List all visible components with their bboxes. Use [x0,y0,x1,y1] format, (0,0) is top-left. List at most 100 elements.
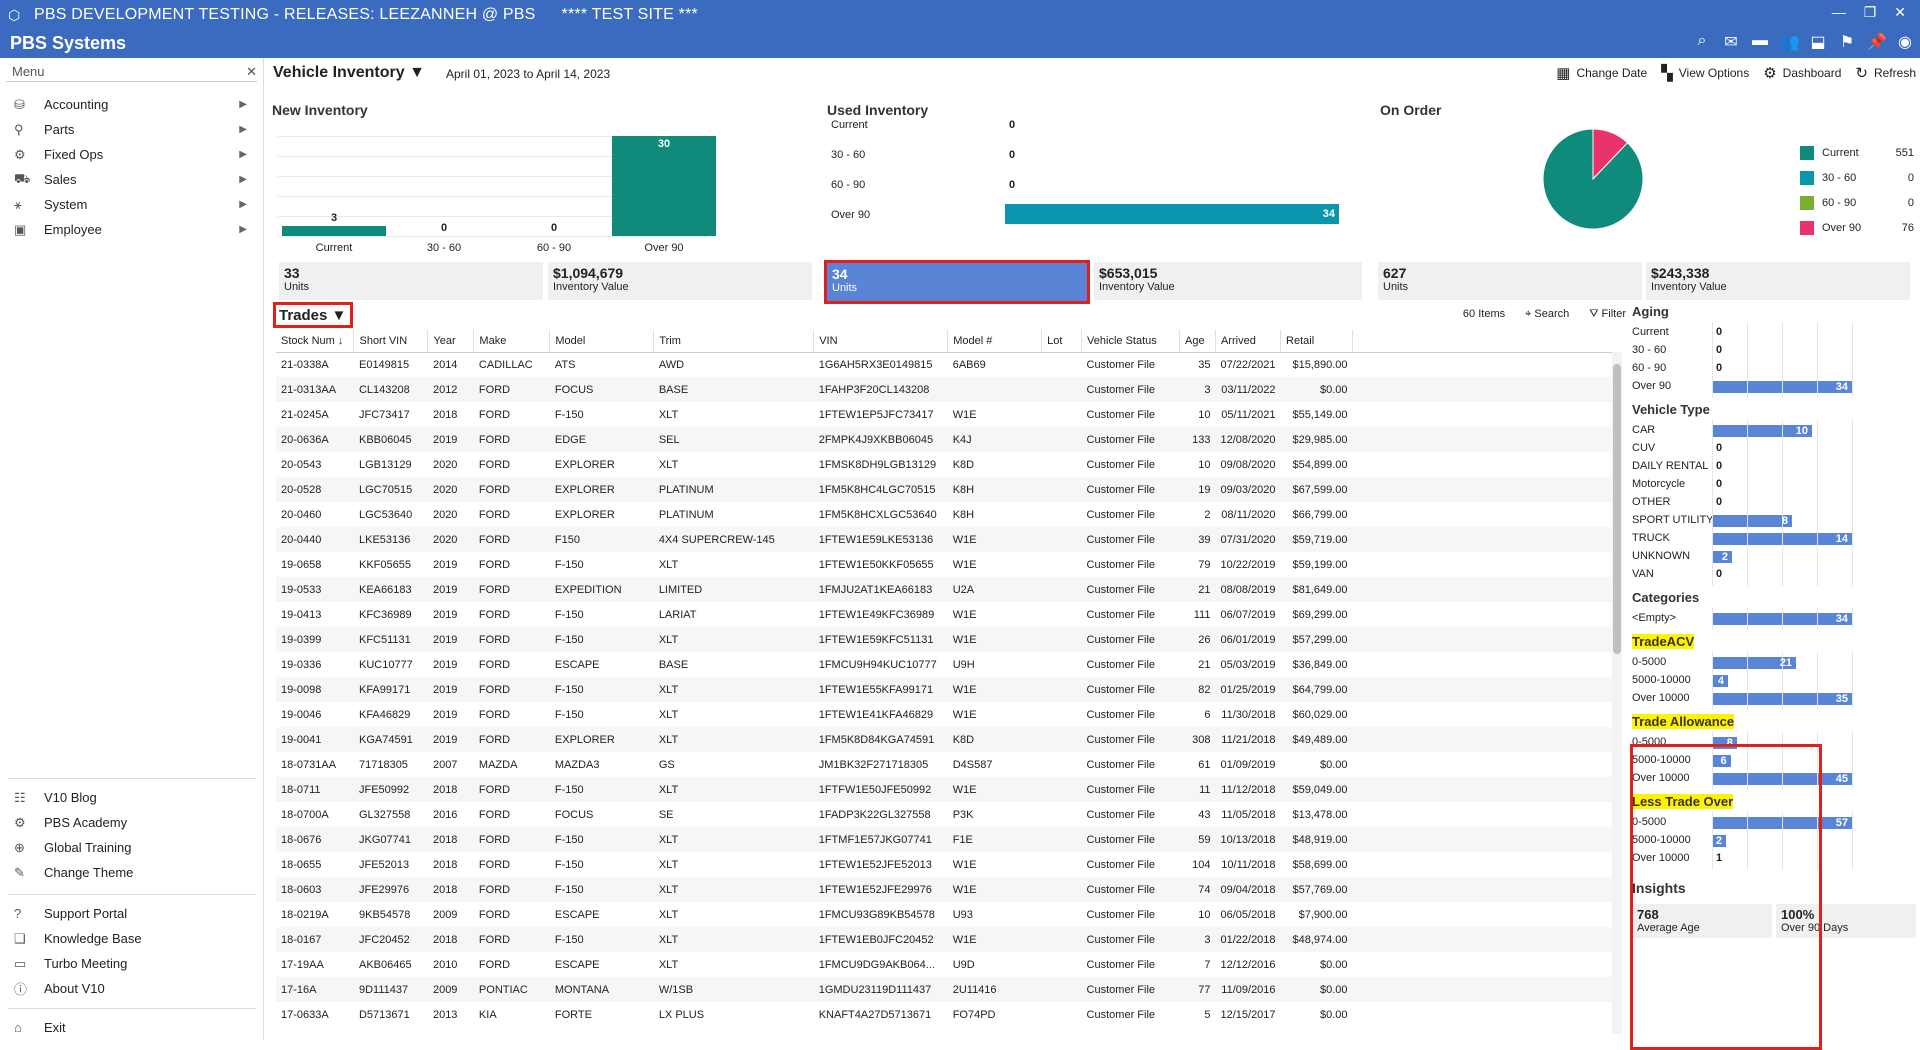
table-row[interactable]: 18-0603 JFE29976 2018 FORD F-150 XLT 1FTEW1E52… [276,877,1616,902]
table-row[interactable]: 19-0399 KFC51131 2019 FORD F-150 XLT 1FTEW1E59… [276,627,1616,652]
sidebar-item-sales[interactable]: ⛟ Sales ▶ [0,167,263,192]
sidebar-link-turbo-meeting[interactable]: ▭ Turbo Meeting [8,951,256,976]
sidebar-link-support-portal[interactable]: ? Support Portal [8,901,256,926]
close-menu-icon[interactable]: ✕ [246,64,257,81]
breakdown-bar[interactable]: 4 [1712,675,1728,687]
order-value-stat: $243,338 Inventory Value [1646,262,1910,300]
table-cell: 1FTEW1E52JFE29976 [813,877,948,902]
restore-button[interactable]: ❐ [1864,4,1877,21]
column-header[interactable]: Lot [1041,330,1083,353]
table-row[interactable]: 20-0440 LKE53136 2020 FORD F150 4X4 SUPERCREW… [276,527,1616,552]
column-header[interactable]: Make [473,330,551,353]
table-row[interactable]: 21-0313AA CL143208 2012 FORD FOCUS BASE 1FAHP3… [276,377,1616,402]
chevron-right-icon: ▶ [239,149,247,160]
mail-icon[interactable]: ✉ [1722,32,1740,52]
column-header[interactable]: Stock Num ↓ [276,330,355,353]
table-row[interactable]: 19-0413 KFC36989 2019 FORD F-150 LARIAT 1FTEW1… [276,602,1616,627]
chat-icon[interactable]: ▬ [1751,32,1769,52]
sidebar-link-change-theme[interactable]: ✎ Change Theme [8,860,256,885]
sidebar-link-knowledge-base[interactable]: ❑ Knowledge Base [8,926,256,951]
legend-item[interactable]: 60 - 90 0 [1800,196,1920,210]
table-row[interactable]: 18-0700A GL327558 2016 FORD FOCUS SE 1FADP3K22… [276,802,1616,827]
table-row[interactable]: 19-0046 KFA46829 2019 FORD F-150 XLT 1FTEW1E41… [276,702,1616,727]
table-cell: $54,899.00 [1292,458,1348,471]
sidebar-item-fixed-ops[interactable]: ⚙ Fixed Ops ▶ [0,142,263,167]
column-header[interactable]: Vehicle Status [1081,330,1180,353]
breakdown-bar[interactable]: 21 [1712,657,1796,669]
table-row[interactable]: 18-0219A 9KB54578 2009 FORD ESCAPE XLT 1FMCU93… [276,902,1616,927]
sidebar-item-accounting[interactable]: ⛁ Accounting ▶ [0,92,263,117]
table-cell-filler [1352,427,1616,452]
table-row[interactable]: 20-0528 LGC70515 2020 FORD EXPLORER PLATINUM 1… [276,477,1616,502]
sidebar-item-exit[interactable]: ⌂ Exit [8,1015,256,1040]
people-icon[interactable]: 👥 [1780,32,1800,52]
category-label: 30 - 60 [426,242,462,254]
column-header[interactable]: Short VIN [353,330,429,353]
table-row[interactable]: 18-0167 JFC20452 2018 FORD F-150 XLT 1FTEW1EB0… [276,927,1616,952]
inbox-icon[interactable]: ⬓ [1809,32,1827,52]
refresh-button[interactable]: ↻ Refresh [1855,64,1916,82]
table-row[interactable]: 18-0676 JKG07741 2018 FORD F-150 XLT 1FTMF1E57… [276,827,1616,852]
table-row[interactable]: 21-0245A JFC73417 2018 FORD F-150 XLT 1FTEW1EP… [276,402,1616,427]
legend-label: 60 - 90 [1822,197,1857,209]
view-options-button[interactable]: ▚ View Options [1661,64,1749,82]
minimize-button[interactable]: — [1832,4,1846,21]
bar-over90[interactable]: 34 [1005,204,1339,224]
table-row[interactable]: 19-0098 KFA99171 2019 FORD F-150 XLT 1FTEW1E55… [276,677,1616,702]
eye-icon[interactable]: ◉ [1896,32,1914,52]
used-units-stat[interactable]: 34 Units [824,260,1090,304]
bar-over90[interactable] [612,136,716,236]
table-row[interactable]: 20-0460 LGC53640 2020 FORD EXPLORER PLATINUM 1… [276,502,1616,527]
table-row[interactable]: 17-0633A D5713671 2013 KIA FORTE LX PLUS KNAFT… [276,1002,1616,1027]
table-row[interactable]: 18-0655 JFE52013 2018 FORD F-150 XLT 1FTEW1E52… [276,852,1616,877]
sidebar-item-employee[interactable]: ▣ Employee ▶ [0,217,263,242]
sidebar-link-v10-blog[interactable]: ☷ V10 Blog [8,785,256,810]
sidebar-link-global-training[interactable]: ⊕ Global Training [8,835,256,860]
column-header[interactable]: Age [1179,330,1216,353]
breakdown-bar[interactable]: 2 [1712,551,1732,563]
search-icon[interactable]: ⌕ [1693,32,1711,52]
table-row[interactable]: 19-0658 KKF05655 2019 FORD F-150 XLT 1FTEW1E50… [276,552,1616,577]
column-header[interactable]: Model [549,330,655,353]
table-scroll-thumb[interactable] [1613,364,1621,654]
flag-icon[interactable]: ⚑ [1838,32,1856,52]
table-cell: 18-0167 [276,927,354,952]
table-row[interactable]: 20-0543 LGB13129 2020 FORD EXPLORER XLT 1FMSK8… [276,452,1616,477]
table-row[interactable]: 21-0338A E0149815 2014 CADILLAC ATS AWD 1G6AH5… [276,352,1616,377]
sidebar-item-system[interactable]: ⚹ System ▶ [0,192,263,217]
sidebar-link-about-v10[interactable]: ⓘ About V10 [8,976,256,1001]
table-scrollbar[interactable] [1612,352,1622,1034]
column-header[interactable]: VIN [813,330,949,353]
column-header[interactable]: Arrived [1215,330,1282,353]
pie-slice-current[interactable] [1542,128,1644,230]
table-row[interactable]: 18-0711 JFE50992 2018 FORD F-150 XLT 1FTFW1E50… [276,777,1616,802]
breakdown-bar[interactable]: 8 [1712,515,1792,527]
table-row[interactable]: 19-0336 KUC10777 2019 FORD ESCAPE BASE 1FMCU9H… [276,652,1616,677]
table-row[interactable]: 19-0041 KGA74591 2019 FORD EXPLORER XLT 1FM5K8… [276,727,1616,752]
table-row[interactable]: 18-0731AA 71718305 2007 MAZDA MAZDA3 GS JM1BK3… [276,752,1616,777]
table-row[interactable]: 17-16A 9D111437 2009 PONTIAC MONTANA W/1SB 1GM… [276,977,1616,1002]
column-header[interactable]: Model # [947,330,1043,353]
table-row[interactable]: 19-0533 KEA66183 2019 FORD EXPEDITION LIMITED… [276,577,1616,602]
search-button[interactable]: ⌖ Search [1525,308,1569,321]
new-units-stat: 33 Units [279,262,543,300]
sidebar-item-parts[interactable]: ⚲ Parts ▶ [0,117,263,142]
change-date-button[interactable]: ▦ Change Date [1556,64,1647,82]
filter-button[interactable]: ⛛ Filter [1589,308,1626,321]
page-title[interactable]: Vehicle Inventory ▼ [273,64,425,82]
table-row[interactable]: 20-0636A KBB06045 2019 FORD EDGE SEL 2FMPK4J9X… [276,427,1616,452]
bar-current[interactable] [282,226,386,236]
pin-icon[interactable]: 📌 [1867,32,1887,52]
trades-dropdown[interactable]: Trades ▼ [273,302,354,328]
legend-item[interactable]: 30 - 60 0 [1800,171,1920,185]
table-row[interactable]: 17-19AA AKB06465 2010 FORD ESCAPE XLT 1FMCU9DG… [276,952,1616,977]
legend-item[interactable]: Current 551 [1800,146,1920,160]
column-header[interactable]: Trim [653,330,815,353]
sidebar-link-pbs-academy[interactable]: ⚙ PBS Academy [8,810,256,835]
column-header[interactable]: Year [427,330,475,353]
legend-item[interactable]: Over 90 76 [1800,221,1920,235]
close-window-button[interactable]: ✕ [1894,4,1906,21]
column-header[interactable]: Retail [1280,330,1354,353]
dashboard-button[interactable]: ⚙ Dashboard [1763,64,1841,82]
breakdown-bar[interactable]: 10 [1712,425,1812,437]
